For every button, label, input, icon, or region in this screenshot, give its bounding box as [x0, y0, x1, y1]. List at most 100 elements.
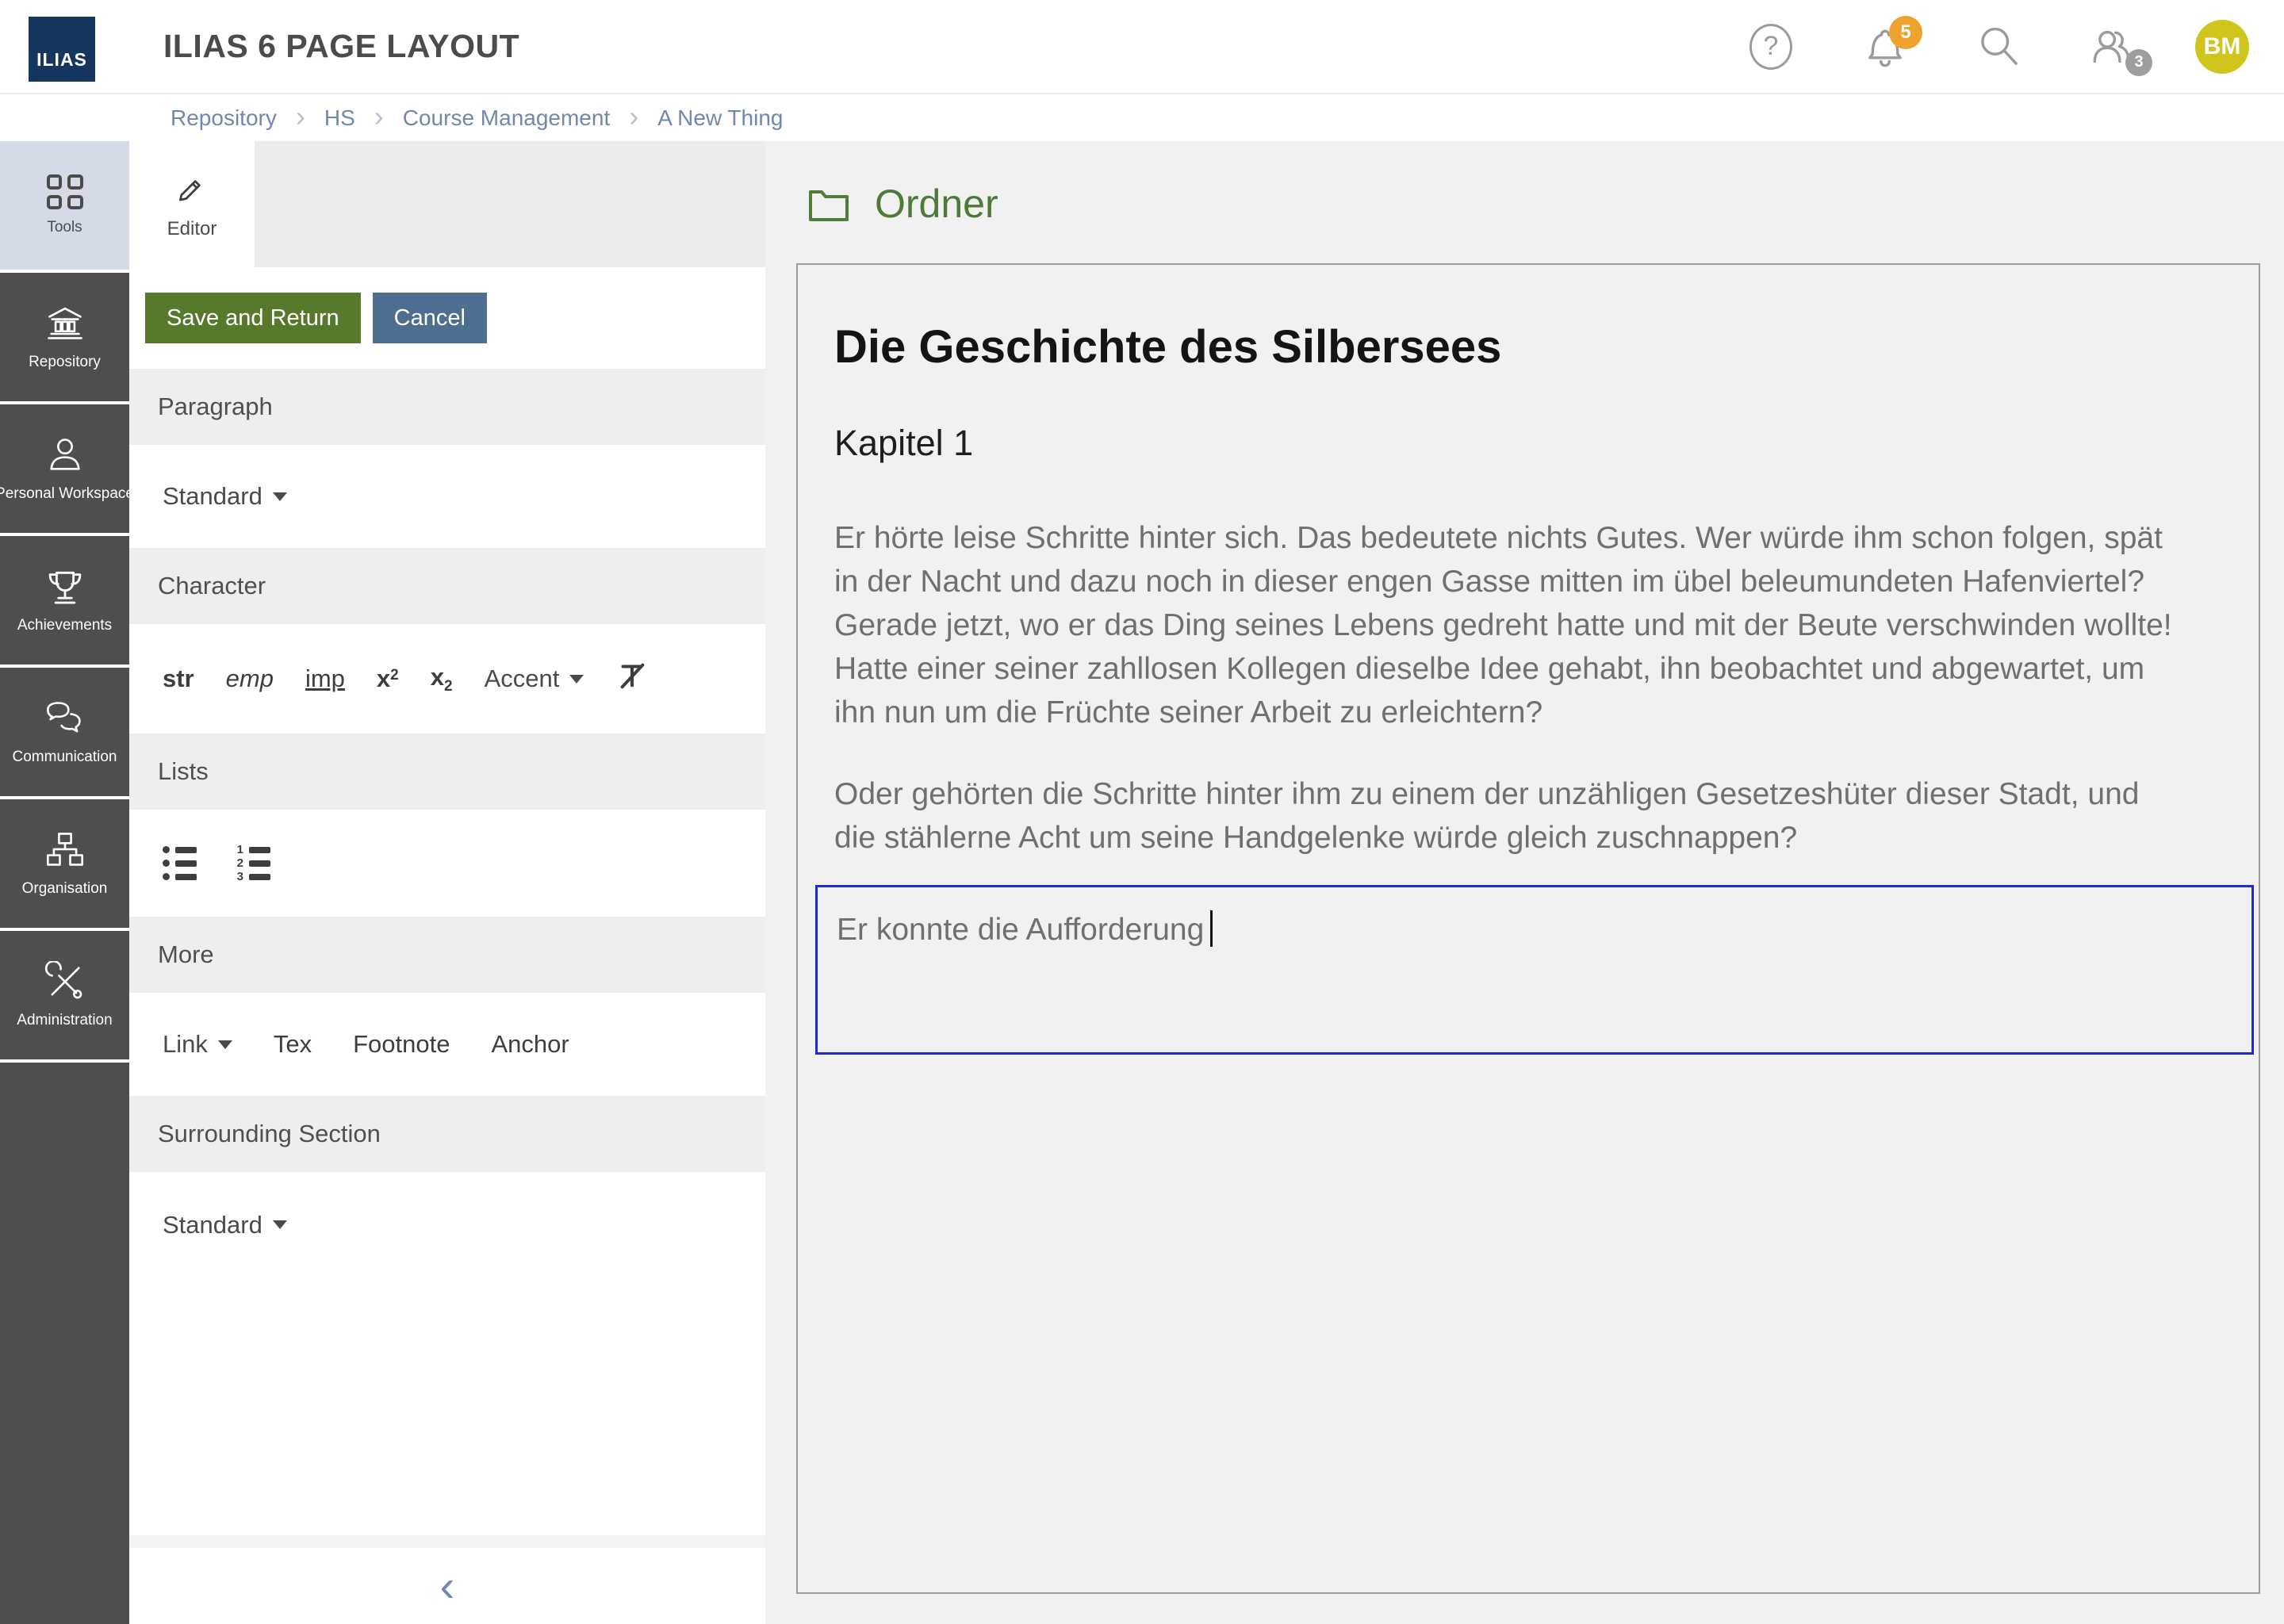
sidebar-item-tools[interactable]: Tools — [0, 141, 129, 273]
story-paragraph-1[interactable]: Er hörte leise Schritte hinter sich. Das… — [834, 516, 2182, 734]
subscript-button[interactable]: x2 — [431, 663, 453, 695]
sidebar-item-label: Administration — [17, 1012, 112, 1029]
tab-editor[interactable]: Editor — [129, 141, 255, 267]
sidebar-item-label: Personal Workspace — [0, 485, 134, 503]
chevron-down-icon — [273, 492, 287, 501]
sub-base: x — [431, 663, 444, 691]
editor-panel: Editor Save and Return Cancel Paragraph … — [129, 141, 765, 1624]
tab-editor-label: Editor — [167, 218, 217, 240]
clear-format-icon — [615, 659, 649, 692]
object-title: Ordner — [875, 181, 998, 227]
section-surrounding-row: Standard — [129, 1172, 765, 1277]
page-title: ILIAS 6 PAGE LAYOUT — [163, 28, 519, 65]
section-paragraph-row: Standard — [129, 445, 765, 548]
tex-button[interactable]: Tex — [274, 1030, 312, 1059]
main-content: Ordner Die Geschichte des Silbersees Kap… — [765, 141, 2284, 1624]
paragraph-style-value: Standard — [163, 482, 263, 511]
breadcrumb-course-management[interactable]: Course Management — [403, 105, 610, 131]
search-icon — [1976, 24, 2022, 70]
section-surrounding-header: Surrounding Section — [129, 1096, 765, 1172]
edit-text[interactable]: Er konnte die Aufforderung — [837, 913, 1204, 947]
ilias-logo[interactable]: ILIAS — [29, 17, 95, 82]
accent-label: Accent — [485, 665, 560, 693]
breadcrumb: Repository › HS › Course Management › A … — [0, 94, 2284, 141]
object-header: Ordner — [807, 181, 2284, 227]
section-more-row: Link Tex Footnote Anchor — [129, 993, 765, 1096]
sidebar-item-personal-workspace[interactable]: Personal Workspace — [0, 404, 129, 536]
pencil-icon — [172, 169, 212, 209]
sidebar-item-label: Repository — [29, 354, 101, 371]
sidebar-item-label: Communication — [13, 749, 117, 766]
strong-button[interactable]: str — [163, 665, 194, 693]
clear-format-button[interactable] — [615, 659, 649, 699]
surrounding-style-dropdown[interactable]: Standard — [163, 1211, 287, 1239]
sub-mark: 2 — [444, 678, 453, 695]
sidebar-item-organisation[interactable]: Organisation — [0, 799, 129, 931]
section-paragraph-header: Paragraph — [129, 369, 765, 445]
wrench-screwdriver-icon — [44, 961, 86, 1002]
surrounding-style-value: Standard — [163, 1211, 263, 1239]
superscript-button[interactable]: x2 — [377, 665, 399, 693]
ol-number: 1 — [235, 845, 243, 855]
section-lists-row: 1 2 3 — [129, 810, 765, 917]
text-cursor — [1210, 910, 1213, 947]
breadcrumb-a-new-thing[interactable]: A New Thing — [657, 105, 783, 131]
collapse-panel-button[interactable]: ‹ — [440, 1564, 455, 1608]
panel-tabstrip: Editor — [129, 141, 765, 267]
cancel-button[interactable]: Cancel — [373, 293, 487, 343]
story-paragraph-2[interactable]: Oder gehörten die Schritte hinter ihm zu… — [834, 772, 2182, 860]
sup-base: x — [377, 665, 390, 692]
accent-dropdown[interactable]: Accent — [485, 665, 584, 693]
footnote-button[interactable]: Footnote — [353, 1030, 450, 1059]
contacts-badge: 3 — [2125, 49, 2152, 76]
avatar[interactable]: BM — [2195, 20, 2249, 74]
sidebar-item-repository[interactable]: Repository — [0, 273, 129, 404]
page-editor-canvas[interactable]: Die Geschichte des Silbersees Kapitel 1 … — [796, 263, 2260, 1594]
link-label: Link — [163, 1030, 208, 1059]
important-button[interactable]: imp — [305, 665, 345, 693]
chevron-down-icon — [273, 1220, 287, 1229]
chevron-down-icon — [569, 675, 584, 684]
emphasis-button[interactable]: emp — [226, 665, 274, 693]
breadcrumb-separator-icon: › — [629, 100, 638, 133]
numbered-list-button[interactable]: 1 2 3 — [235, 845, 270, 882]
header: ILIAS ILIAS 6 PAGE LAYOUT ? 5 3 — [0, 0, 2284, 94]
tools-grid-icon — [47, 174, 83, 209]
header-icons: ? 5 3 BM — [1680, 20, 2249, 74]
breadcrumb-separator-icon: › — [374, 100, 384, 133]
main-bar: Tools Repository Personal Workspace — [0, 141, 129, 1624]
paragraph-style-dropdown[interactable]: Standard — [163, 482, 287, 511]
sup-mark: 2 — [390, 667, 399, 684]
sidebar-item-achievements[interactable]: Achievements — [0, 536, 129, 668]
breadcrumb-separator-icon: › — [296, 100, 305, 133]
anchor-button[interactable]: Anchor — [492, 1030, 569, 1059]
panel-fill — [129, 1277, 765, 1535]
notifications-button[interactable]: 5 — [1862, 24, 1908, 70]
sidebar-item-administration[interactable]: Administration — [0, 931, 129, 1063]
chat-bubbles-icon — [44, 698, 86, 739]
help-button[interactable]: ? — [1748, 24, 1794, 70]
section-character-row: str emp imp x2 x2 Accent — [129, 624, 765, 733]
search-button[interactable] — [1976, 24, 2022, 70]
chapter-heading[interactable]: Kapitel 1 — [834, 423, 2182, 464]
breadcrumb-hs[interactable]: HS — [324, 105, 355, 131]
section-more-header: More — [129, 917, 765, 993]
breadcrumb-repository[interactable]: Repository — [171, 105, 277, 131]
sidebar-item-label: Achievements — [17, 617, 112, 634]
editor-toolbar: Save and Return Cancel — [129, 267, 765, 369]
active-edit-area[interactable]: Er konnte die Aufforderung — [815, 885, 2254, 1055]
panel-footer: ‹ — [129, 1548, 765, 1624]
trophy-icon — [44, 566, 86, 607]
bullet-list-button[interactable] — [163, 845, 197, 882]
help-icon: ? — [1749, 24, 1792, 70]
chevron-down-icon — [218, 1040, 232, 1049]
org-chart-icon — [44, 829, 86, 871]
ol-number: 2 — [235, 859, 243, 868]
section-character-header: Character — [129, 548, 765, 624]
contacts-button[interactable]: 3 — [2090, 24, 2136, 70]
story-title[interactable]: Die Geschichte des Silbersees — [834, 320, 2182, 373]
link-dropdown[interactable]: Link — [163, 1030, 232, 1059]
person-icon — [44, 435, 86, 476]
sidebar-item-communication[interactable]: Communication — [0, 668, 129, 799]
save-and-return-button[interactable]: Save and Return — [145, 293, 361, 343]
